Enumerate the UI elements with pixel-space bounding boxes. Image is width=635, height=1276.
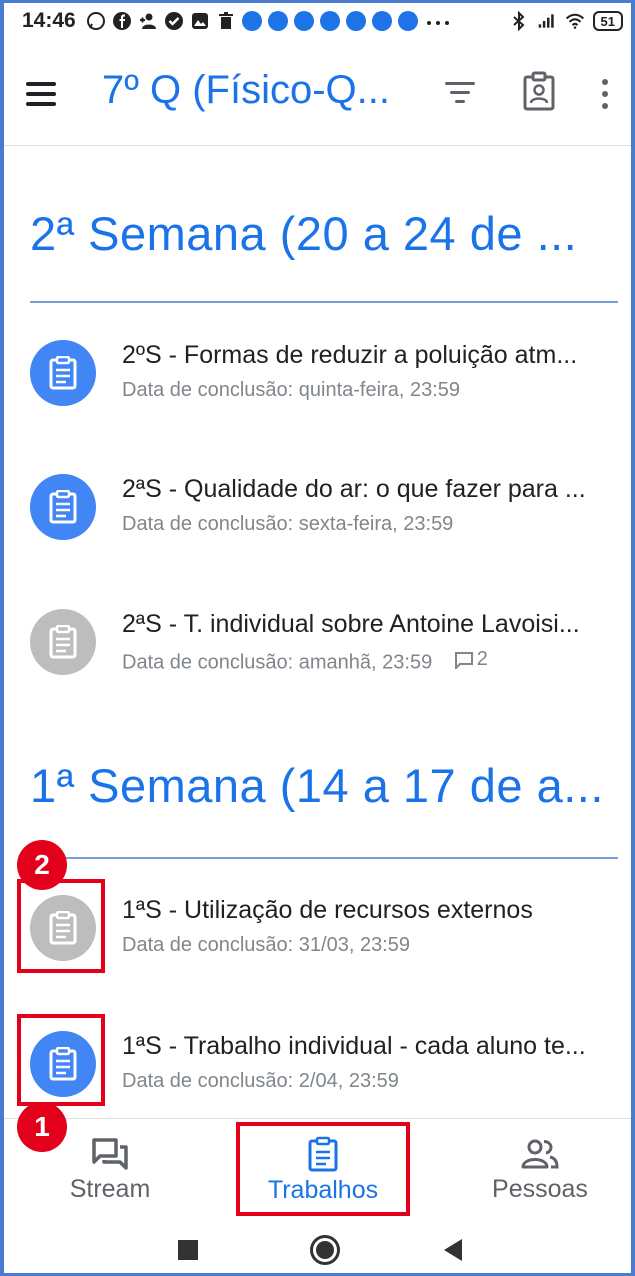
notification-dot-icon <box>345 11 366 31</box>
assignment-due-date: Data de conclusão: 31/03, 23:59 <box>122 934 410 956</box>
home-button[interactable] <box>310 1235 340 1265</box>
assignment-due-date: Data de conclusão: sexta-feira, 23:59 <box>122 513 454 535</box>
topic-title: 1ª Semana (14 a 17 de a... <box>30 759 604 812</box>
assignment-title: 1ªS - Trabalho individual - cada aluno t… <box>122 1032 586 1060</box>
comments-indicator: 2 <box>454 648 488 671</box>
assignment-title: 2ªS - T. individual sobre Antoine Lavois… <box>122 610 580 638</box>
status-bar: 14:46 51 <box>0 0 635 42</box>
topic-title: 2ª Semana (20 a 24 de ... <box>30 207 578 260</box>
assignment-icon <box>30 609 96 675</box>
recents-button[interactable] <box>178 1240 198 1260</box>
assignment-due-date: Data de conclusão: 2/04, 23:59 <box>122 1070 399 1092</box>
tab-label: Pessoas <box>492 1174 588 1203</box>
more-notifications-icon <box>424 11 452 31</box>
wifi-icon <box>565 11 585 31</box>
annotation-box-1 <box>17 1014 105 1106</box>
bluetooth-icon <box>509 11 529 31</box>
annotation-badge-2: 2 <box>17 840 67 890</box>
notification-dot-icon <box>371 11 392 31</box>
assignment-item[interactable]: 2ºS - Formas de reduzir a poluição atm..… <box>28 333 628 423</box>
assignment-title: 2ºS - Formas de reduzir a poluição atm..… <box>122 341 578 369</box>
notification-dot-icon <box>293 11 314 31</box>
facebook-icon <box>112 11 132 31</box>
class-title: 7º Q (Físico-Q... <box>102 68 390 112</box>
assignment-item[interactable]: 2ªS - Qualidade do ar: o que fazer para … <box>28 467 628 557</box>
assignment-item[interactable]: 2ªS - T. individual sobre Antoine Lavois… <box>28 602 628 692</box>
signal-icon <box>537 11 557 31</box>
comment-icon <box>454 651 473 669</box>
menu-button[interactable] <box>26 74 66 114</box>
assignment-ind-icon <box>523 71 555 111</box>
system-indicators: 51 <box>509 11 623 31</box>
system-navigation-bar <box>0 1222 635 1276</box>
due-text: Data de conclusão: amanhã, 23:59 <box>122 651 433 674</box>
assignment-title: 1ªS - Utilização de recursos externos <box>122 896 533 924</box>
assignment-due-date: Data de conclusão: quinta-feira, 23:59 <box>122 379 460 401</box>
more-options-button[interactable] <box>590 72 620 116</box>
check-circle-icon <box>164 11 184 31</box>
your-work-button[interactable] <box>518 70 560 114</box>
assignment-title: 2ªS - Qualidade do ar: o que fazer para … <box>122 475 586 503</box>
notification-dot-icon <box>397 11 418 31</box>
back-button[interactable] <box>444 1239 462 1261</box>
filter-button[interactable] <box>440 72 480 112</box>
annotation-box-2 <box>17 879 105 973</box>
notification-dot-icon <box>241 11 262 31</box>
tab-label: Stream <box>69 1174 151 1203</box>
assignment-icon <box>30 474 96 540</box>
notification-dot-icon <box>319 11 340 31</box>
annotation-box-trabalhos <box>236 1122 410 1216</box>
whatsapp-icon <box>86 11 106 31</box>
person-add-icon <box>138 11 158 31</box>
topic-divider <box>30 301 618 303</box>
tab-pessoas[interactable]: Pessoas <box>470 1119 610 1221</box>
app-bar: 7º Q (Físico-Q... <box>0 42 635 146</box>
assignment-due-date: Data de conclusão: amanhã, 23:59 2 <box>122 648 488 675</box>
assignment-item[interactable]: 1ªS - Trabalho individual - cada aluno t… <box>28 1024 628 1114</box>
battery-indicator: 51 <box>592 11 623 31</box>
topic-divider <box>30 857 618 859</box>
stream-icon <box>92 1137 128 1170</box>
assignment-icon <box>30 340 96 406</box>
comment-count: 2 <box>476 648 488 670</box>
annotation-badge-1: 1 <box>17 1102 67 1152</box>
trash-icon <box>216 11 236 31</box>
notification-icons <box>86 11 452 31</box>
people-icon <box>521 1139 559 1168</box>
gallery-icon <box>190 11 210 31</box>
assignment-item[interactable]: 1ªS - Utilização de recursos externos Da… <box>28 888 628 978</box>
status-time: 14:46 <box>22 9 76 32</box>
notification-dot-icon <box>267 11 288 31</box>
